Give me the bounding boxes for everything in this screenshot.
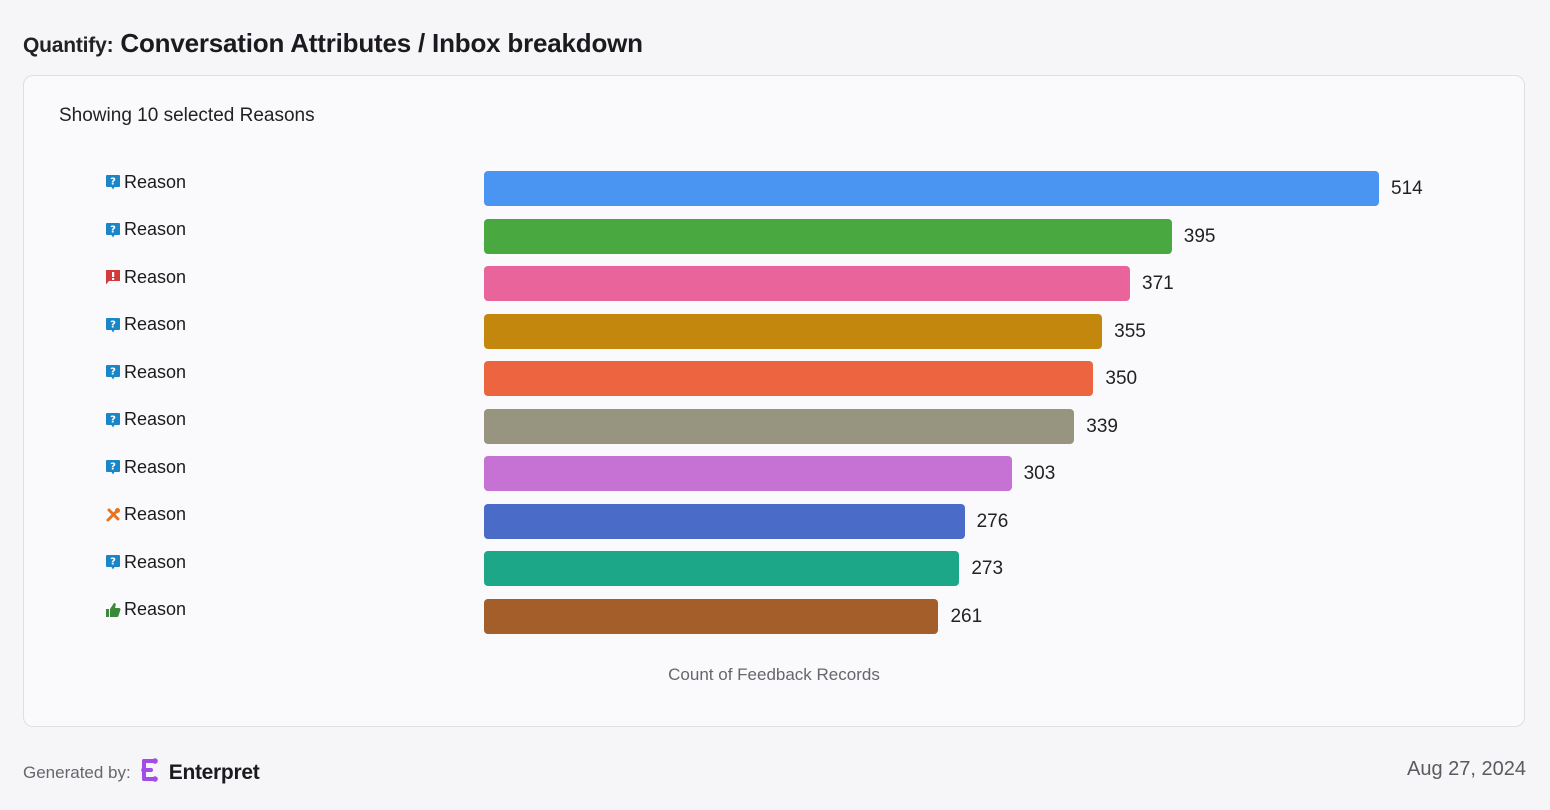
question-bubble-icon: ?	[105, 364, 121, 380]
category-label-text: Reason	[124, 599, 187, 619]
x-axis-title: Count of Feedback Records	[668, 665, 880, 684]
category-label-text: Reason	[124, 314, 187, 334]
category-label-text: Reason	[124, 171, 187, 192]
category-label: ? Reason	[105, 456, 186, 478]
category-label: ? Reason	[105, 361, 186, 383]
footer-date: Aug 27, 2024	[1407, 758, 1526, 780]
question-bubble-icon: ?	[105, 412, 121, 428]
bar[interactable]	[484, 266, 1130, 301]
category-label: Reason	[105, 504, 186, 526]
page-title: Quantify: Conversation Attributes / Inbo…	[23, 28, 643, 59]
bar-value-label: 303	[1023, 463, 1056, 484]
bar-value-label: 395	[1183, 225, 1216, 247]
svg-text:?: ?	[110, 224, 116, 235]
bar[interactable]	[484, 456, 1012, 491]
thumbs-up-icon	[105, 602, 121, 618]
category-label-text: Reason	[124, 219, 187, 239]
svg-text:?: ?	[110, 414, 116, 425]
bar[interactable]	[484, 598, 939, 634]
category-label-text: Reason	[124, 551, 187, 572]
category-label: ? Reason	[105, 409, 186, 431]
category-label: ? Reason	[105, 314, 186, 336]
bar[interactable]	[484, 408, 1075, 444]
svg-text:?: ?	[110, 557, 116, 568]
bar[interactable]	[484, 361, 1094, 396]
bar-value-label: 371	[1142, 273, 1174, 294]
enterpret-logo-icon	[139, 757, 159, 788]
bar-value-label: 261	[950, 605, 983, 627]
brand-name: Enterpret	[168, 760, 260, 784]
page-title-prefix: Quantify:	[23, 34, 114, 57]
question-bubble-icon: ?	[105, 174, 121, 190]
bar-value-label: 276	[976, 510, 1009, 532]
bar[interactable]	[484, 218, 1172, 254]
tools-icon	[105, 507, 121, 523]
chart-subtitle: Showing 10 selected Reasons	[59, 105, 315, 126]
bar-value-label: 514	[1391, 178, 1423, 199]
bar[interactable]	[484, 551, 960, 586]
bar[interactable]	[484, 503, 965, 539]
bar-value-label: 355	[1114, 320, 1146, 342]
category-label-text: Reason	[124, 409, 187, 429]
svg-text:?: ?	[110, 319, 116, 330]
category-label-text: Reason	[124, 456, 187, 477]
category-label: ? Reason	[105, 171, 186, 193]
svg-text:?: ?	[110, 462, 116, 473]
svg-text:?: ?	[110, 177, 116, 188]
category-label-text: Reason	[124, 361, 187, 382]
question-bubble-icon: ?	[105, 317, 121, 333]
bar-value-label: 273	[971, 558, 1004, 579]
question-bubble-icon: ?	[105, 554, 121, 570]
category-label-text: Reason	[124, 504, 187, 524]
category-label: ? Reason	[105, 551, 186, 573]
generated-by-label: Generated by:	[23, 762, 131, 782]
chart-card: Showing 10 selected Reasons ? Reason 514? R…	[23, 75, 1525, 727]
bar-value-label: 339	[1086, 415, 1118, 437]
bar[interactable]	[484, 313, 1103, 349]
category-label-text: Reason	[124, 266, 187, 287]
page-title-text: Conversation Attributes / Inbox breakdow…	[120, 28, 643, 58]
category-label: Reason	[105, 266, 186, 288]
bar[interactable]	[484, 171, 1379, 206]
category-label: ? Reason	[105, 219, 186, 241]
footer-generated-by: Generated by: Enterpret	[23, 757, 260, 788]
question-bubble-icon: ?	[105, 459, 121, 475]
bar-value-label: 350	[1105, 368, 1138, 389]
exclamation-flag-icon	[105, 269, 121, 285]
category-label: Reason	[105, 599, 186, 621]
svg-text:?: ?	[110, 367, 116, 378]
question-bubble-icon: ?	[105, 222, 121, 238]
